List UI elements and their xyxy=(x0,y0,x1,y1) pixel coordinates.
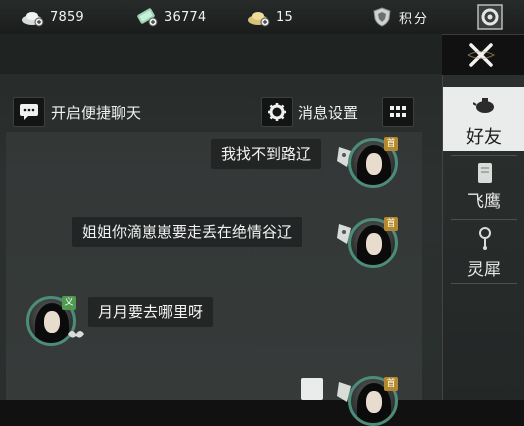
silver-amount: 7859 xyxy=(50,9,84,25)
message-settings-button[interactable]: 消息设置 xyxy=(298,102,358,123)
scroll-icon xyxy=(478,163,492,183)
gold-currency[interactable]: 15 xyxy=(246,6,293,28)
relation-badge: 首 xyxy=(384,217,398,231)
pendant-icon xyxy=(479,227,491,250)
tab-hawk[interactable]: 飞鹰 xyxy=(443,157,524,221)
quick-chat-toggle[interactable]: 开启便捷聊天 xyxy=(51,102,141,123)
channel-tabs: 好友 飞鹰 灵犀 xyxy=(442,75,524,400)
message-bubble: 姐姐你滴崽崽要走丢在绝情谷辽 xyxy=(72,217,303,247)
silver-ingot-icon xyxy=(20,7,44,27)
gold-amount: 15 xyxy=(276,9,293,25)
divider xyxy=(451,219,517,220)
jade-amount: 36774 xyxy=(164,9,207,25)
tab-label: 灵犀 xyxy=(467,260,501,280)
teapot-icon xyxy=(473,98,494,113)
system-emblem-icon[interactable] xyxy=(476,3,504,31)
tab-label: 好友 xyxy=(466,127,502,148)
shield-icon xyxy=(371,7,395,27)
message-bubble: 月月要去哪里呀 xyxy=(88,297,214,327)
relation-badge: 义 xyxy=(62,296,76,310)
silver-currency[interactable]: 7859 xyxy=(20,6,84,28)
jade-currency[interactable]: 36774 xyxy=(134,6,206,28)
points-currency[interactable]: 积分 xyxy=(371,6,429,28)
close-icon[interactable] xyxy=(464,38,498,72)
currency-bar: 7859 36774 15 积分 xyxy=(0,0,524,35)
gold-ingot-icon xyxy=(246,7,270,27)
jade-icon xyxy=(134,7,158,27)
grid-menu-icon[interactable] xyxy=(382,97,414,127)
tab-rhino[interactable]: 灵犀 xyxy=(443,221,524,285)
points-label: 积分 xyxy=(399,11,430,27)
tab-friends[interactable]: 好友 xyxy=(443,87,524,151)
relation-badge: 首 xyxy=(384,377,398,391)
message-bubble: 我找不到路辽 xyxy=(211,139,322,169)
relation-badge: 首 xyxy=(384,137,398,151)
divider xyxy=(451,155,517,156)
gear-icon[interactable] xyxy=(261,97,293,127)
divider xyxy=(451,283,517,284)
tab-label: 飞鹰 xyxy=(467,192,501,212)
image-thumbnail-icon xyxy=(301,378,323,400)
cloud-ornament-icon xyxy=(66,320,86,348)
panel-header xyxy=(0,34,442,74)
chat-bubble-icon[interactable] xyxy=(13,97,45,127)
